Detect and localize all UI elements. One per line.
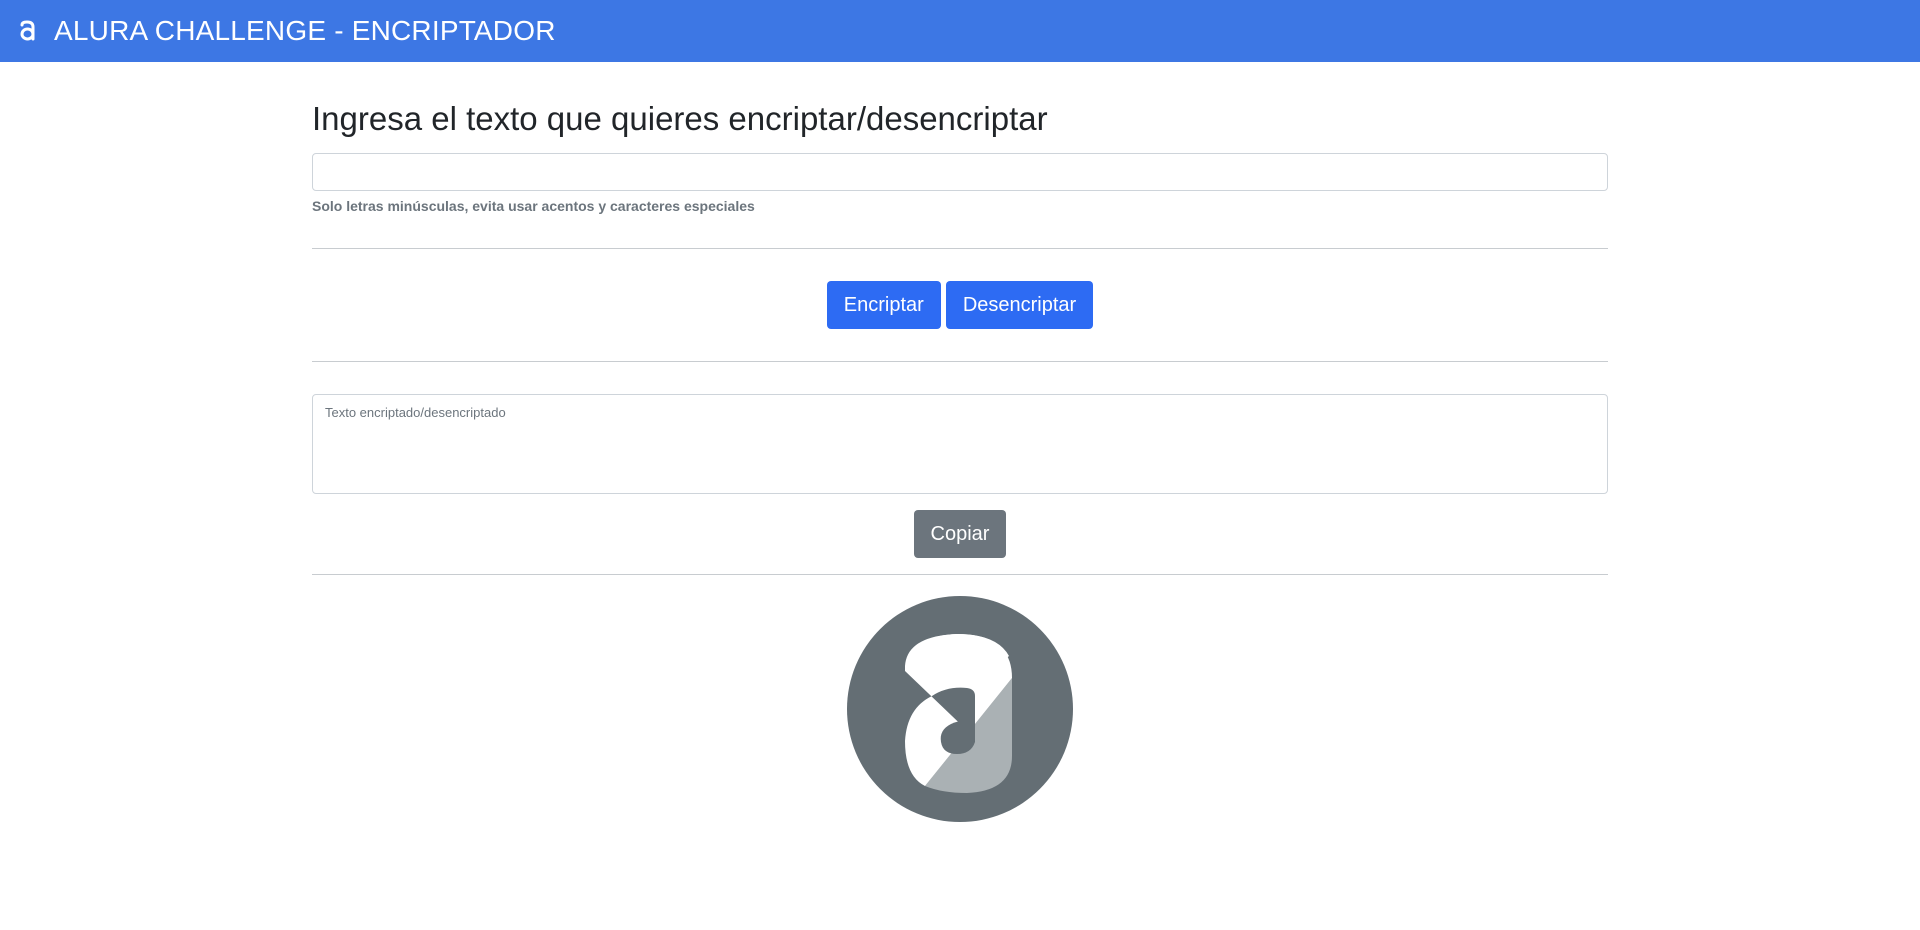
divider-bottom (312, 574, 1608, 575)
output-textarea[interactable] (312, 394, 1608, 494)
divider-middle (312, 361, 1608, 362)
copy-row: Copiar (312, 510, 1608, 558)
alura-circle-logo-icon (847, 596, 1073, 822)
text-input[interactable] (312, 153, 1608, 191)
copy-button[interactable]: Copiar (913, 510, 1007, 558)
encrypt-button[interactable]: Encriptar (826, 281, 941, 329)
decrypt-button[interactable]: Desencriptar (945, 281, 1094, 329)
action-buttons: Encriptar Desencriptar (312, 281, 1608, 329)
help-text: Solo letras minúsculas, evita usar acent… (312, 198, 755, 214)
navbar: ALURA CHALLENGE - ENCRIPTADOR (0, 0, 1920, 62)
divider-top (312, 248, 1608, 249)
alura-a-logo-icon[interactable] (18, 18, 38, 44)
app-title[interactable]: ALURA CHALLENGE - ENCRIPTADOR (54, 15, 556, 47)
page-heading: Ingresa el texto que quieres encriptar/d… (312, 100, 1048, 137)
